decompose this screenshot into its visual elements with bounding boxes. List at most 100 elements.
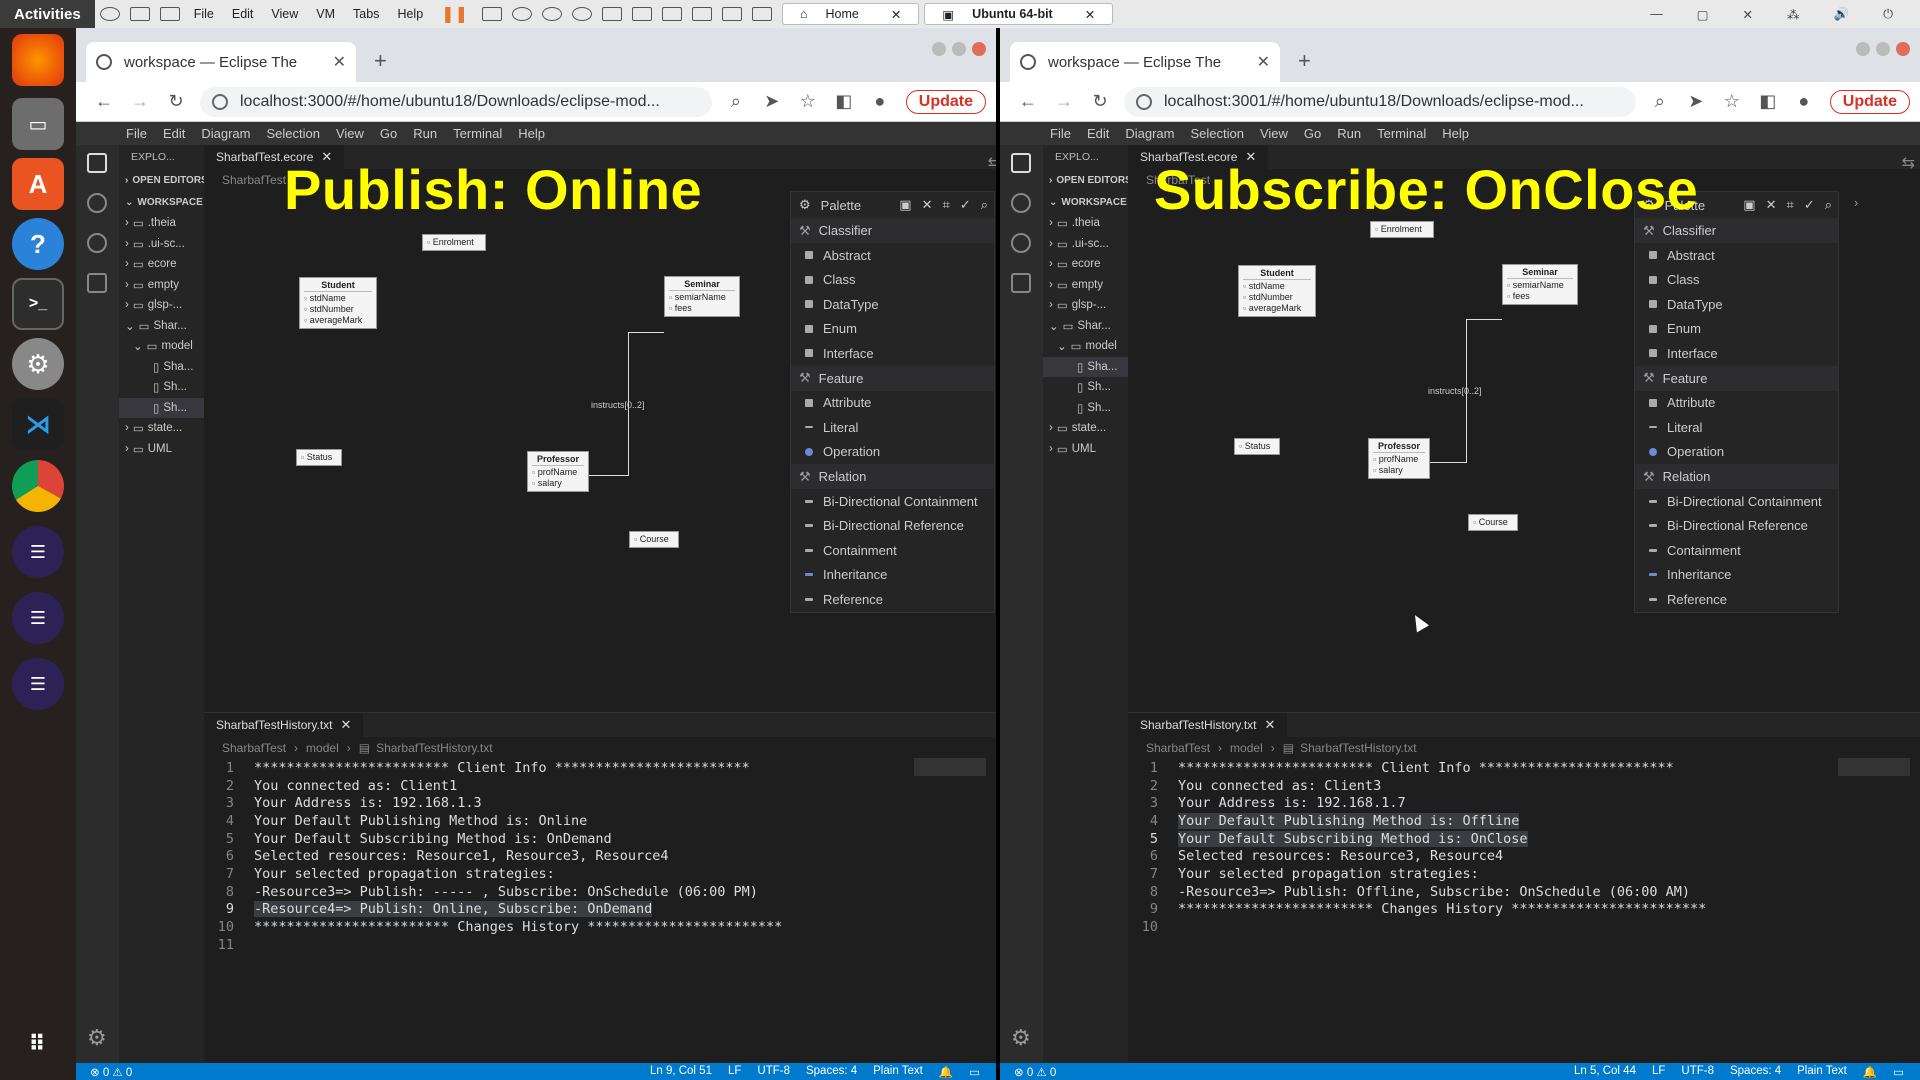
- palette-item[interactable]: Inheritance: [1635, 563, 1838, 588]
- diagram-node-seminar[interactable]: Seminar semiarName fees: [1502, 264, 1578, 305]
- vm-menu-tabs[interactable]: Tabs: [344, 7, 388, 21]
- tree-item[interactable]: › ▭ empty: [119, 275, 204, 296]
- vm-menu-file[interactable]: File: [185, 7, 223, 21]
- profile-icon[interactable]: ●: [862, 91, 898, 112]
- cursor-position[interactable]: Ln 9, Col 51: [650, 1065, 712, 1079]
- new-tab-button[interactable]: +: [1298, 48, 1311, 74]
- diagram-node-professor[interactable]: Professor profName salary: [527, 451, 589, 492]
- info-icon[interactable]: [1136, 93, 1152, 110]
- network-icon[interactable]: ⁂: [1778, 7, 1809, 22]
- tree-item[interactable]: ▯ Sh...: [1043, 398, 1128, 419]
- code-area[interactable]: 1 ************************ Client Info **…: [1128, 759, 1920, 936]
- menu-run[interactable]: Run: [1337, 126, 1361, 141]
- chevron-right-icon[interactable]: ›: [1854, 195, 1858, 210]
- url-input[interactable]: localhost:3000/#/home/ubuntu18/Downloads…: [200, 86, 712, 117]
- minimap[interactable]: [1838, 758, 1910, 776]
- palette-item[interactable]: Bi-Directional Containment: [1635, 489, 1838, 514]
- menu-go[interactable]: Go: [380, 126, 397, 141]
- back-icon[interactable]: ←: [86, 91, 122, 112]
- url-input[interactable]: localhost:3001/#/home/ubuntu18/Downloads…: [1124, 86, 1636, 117]
- power-icon[interactable]: ⏻: [1874, 7, 1902, 22]
- fit-icon[interactable]: ⌗: [1786, 197, 1793, 213]
- palette-group-relation[interactable]: ⚒ Relation: [1635, 464, 1838, 489]
- palette-item[interactable]: Reference: [1635, 587, 1838, 612]
- debug-icon[interactable]: [87, 273, 107, 293]
- layout-icon[interactable]: ▭: [1893, 1065, 1904, 1079]
- open-editors-section[interactable]: › OPEN EDITORS: [1043, 169, 1128, 191]
- split-editor-icon[interactable]: ⇆: [1902, 153, 1915, 173]
- layout-icon[interactable]: ▭: [969, 1065, 980, 1079]
- chrome-icon[interactable]: [12, 460, 64, 512]
- gear-icon[interactable]: ⚙: [1011, 1025, 1031, 1051]
- encoding-indicator[interactable]: UTF-8: [1681, 1065, 1714, 1079]
- menu-help[interactable]: Help: [1442, 126, 1469, 141]
- palette-item[interactable]: Interface: [1635, 341, 1838, 366]
- close-window-icon[interactable]: ✕: [1734, 7, 1762, 22]
- update-button[interactable]: Update: [905, 89, 986, 114]
- vm-tab-ubuntu[interactable]: ▣ Ubuntu 64-bit ✕: [924, 3, 1114, 25]
- language-indicator[interactable]: Plain Text: [873, 1065, 923, 1079]
- menu-edit[interactable]: Edit: [163, 126, 185, 141]
- diagram-node-professor[interactable]: Professor profName salary: [1368, 438, 1430, 479]
- tree-item[interactable]: › ▭ .theia: [1043, 213, 1128, 234]
- marquee-icon[interactable]: ▣: [899, 197, 911, 213]
- search-icon[interactable]: [87, 193, 107, 213]
- eol-indicator[interactable]: LF: [1652, 1065, 1665, 1079]
- diagram-node-course[interactable]: Course: [1468, 514, 1518, 531]
- vm-menu-edit[interactable]: Edit: [223, 7, 263, 21]
- browser-tab[interactable]: workspace — Eclipse The ✕: [1010, 42, 1280, 82]
- forward-icon[interactable]: →: [1046, 91, 1082, 112]
- validate-icon[interactable]: ✓: [960, 197, 971, 213]
- indent-indicator[interactable]: Spaces: 4: [1730, 1065, 1781, 1079]
- eclipse-icon[interactable]: ☰: [12, 526, 64, 578]
- diagram-edge[interactable]: [1428, 462, 1466, 463]
- forward-icon[interactable]: →: [122, 91, 158, 112]
- encoding-indicator[interactable]: UTF-8: [757, 1065, 790, 1079]
- tree-item[interactable]: ⌄ ▭ model: [119, 336, 204, 357]
- tree-item[interactable]: › ▭ ecore: [119, 254, 204, 275]
- diagram-node-enrolment[interactable]: Enrolment: [422, 234, 486, 251]
- activities-button[interactable]: Activities: [0, 6, 95, 23]
- maximize-icon[interactable]: ▢: [1688, 7, 1718, 22]
- diagram-node-course[interactable]: Course: [629, 531, 679, 548]
- palette-item[interactable]: Attribute: [1635, 391, 1838, 416]
- bell-icon[interactable]: 🔔: [939, 1065, 953, 1079]
- explorer-icon[interactable]: [87, 153, 107, 173]
- diagram-node-status[interactable]: Status: [1234, 438, 1280, 455]
- diagram-node-student[interactable]: Student stdName stdNumber averageMark: [1238, 265, 1316, 317]
- diagram-node-seminar[interactable]: Seminar semiarName fees: [664, 276, 740, 317]
- indent-indicator[interactable]: Spaces: 4: [806, 1065, 857, 1079]
- marquee-icon[interactable]: ▣: [1743, 197, 1755, 213]
- vm-menu-vm[interactable]: VM: [307, 7, 344, 21]
- tree-item[interactable]: › ▭ .ui-sc...: [1043, 234, 1128, 255]
- profile-icon[interactable]: ●: [1786, 91, 1822, 112]
- browser-tab[interactable]: workspace — Eclipse The ✕: [86, 42, 356, 82]
- problems-indicator[interactable]: ⊗ 0 ⚠ 0: [90, 1065, 132, 1079]
- language-indicator[interactable]: Plain Text: [1797, 1065, 1847, 1079]
- send-keys-icon[interactable]: [481, 7, 502, 21]
- menu-diagram[interactable]: Diagram: [201, 126, 250, 141]
- problems-indicator[interactable]: ⊗ 0 ⚠ 0: [1014, 1065, 1056, 1079]
- menu-edit[interactable]: Edit: [1087, 126, 1109, 141]
- tree-item[interactable]: › ▭ .theia: [119, 213, 204, 234]
- terminal-icon[interactable]: >_: [12, 278, 64, 330]
- search-icon[interactable]: ⌕: [1825, 197, 1832, 213]
- tree-item[interactable]: ▯ Sha...: [119, 357, 204, 378]
- menu-file[interactable]: File: [1050, 126, 1071, 141]
- sidepanel-icon[interactable]: ◧: [826, 91, 862, 112]
- vm-menu-help[interactable]: Help: [388, 7, 432, 21]
- palette-item[interactable]: DataType: [1635, 292, 1838, 317]
- eclipse-icon[interactable]: ☰: [12, 592, 64, 644]
- palette-item[interactable]: Literal: [1635, 415, 1838, 440]
- diagram-edge[interactable]: [587, 475, 629, 476]
- vscode-icon[interactable]: ⋊: [12, 398, 64, 450]
- menu-view[interactable]: View: [336, 126, 364, 141]
- tree-item[interactable]: › ▭ glsp-...: [119, 295, 204, 316]
- close-icon[interactable]: [1896, 42, 1910, 56]
- explorer-icon[interactable]: [1011, 153, 1031, 173]
- info-icon[interactable]: [212, 93, 228, 110]
- palette-group-feature[interactable]: ⚒ Feature: [1635, 365, 1838, 391]
- help-icon[interactable]: ?: [12, 218, 64, 270]
- close-icon[interactable]: ✕: [1264, 717, 1275, 733]
- tree-item[interactable]: › ▭ UML: [119, 439, 204, 460]
